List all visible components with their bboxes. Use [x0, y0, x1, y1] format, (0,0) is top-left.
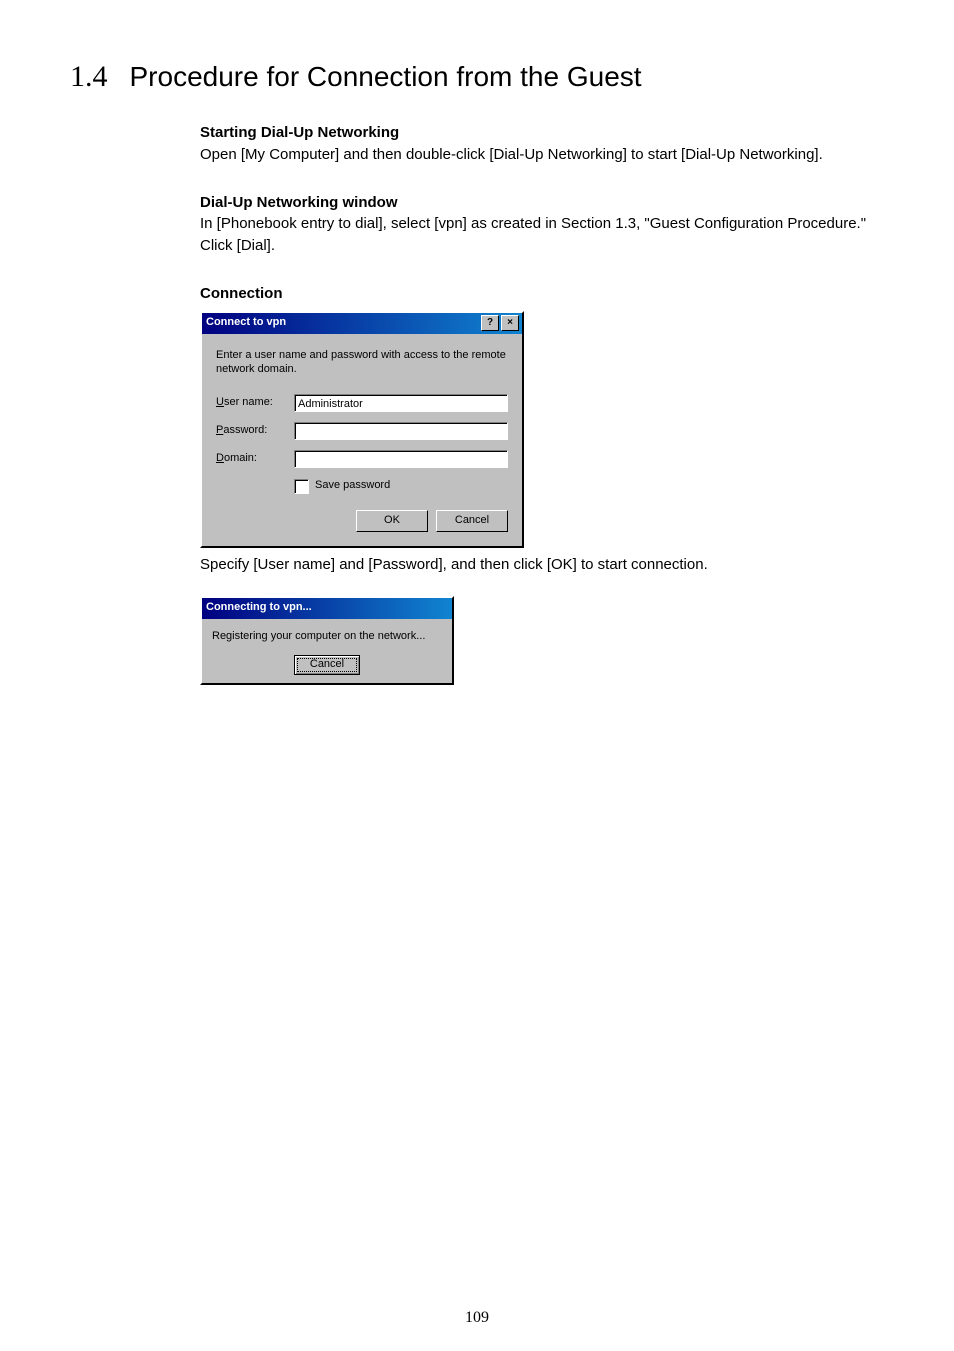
username-label: User name:: [216, 395, 294, 411]
save-password-label: Save password: [315, 478, 390, 494]
ok-button[interactable]: OK: [356, 510, 428, 532]
connecting-dialog: Connecting to vpn... Registering your co…: [200, 596, 454, 685]
password-label: Password:: [216, 423, 294, 439]
subhead-dun-window: Dial-Up Networking window: [200, 192, 880, 214]
dialog2-titlebar: Connecting to vpn...: [202, 598, 452, 619]
close-icon: ×: [507, 318, 513, 328]
cancel-button[interactable]: Cancel: [436, 510, 508, 532]
domain-label: Domain:: [216, 451, 294, 467]
dialog-instruction: Enter a user name and password with acce…: [216, 348, 508, 377]
para-dun-1: In [Phonebook entry to dial], select [vp…: [200, 213, 880, 235]
heading-number: 1.4: [70, 60, 108, 94]
domain-input[interactable]: [294, 450, 508, 468]
close-button[interactable]: ×: [501, 315, 519, 331]
connect-dialog: Connect to vpn ? × Enter a user name and…: [200, 311, 524, 549]
page-number: 109: [0, 1309, 954, 1327]
save-password-checkbox[interactable]: [294, 479, 309, 494]
subhead-starting: Starting Dial-Up Networking: [200, 122, 880, 144]
para-dun-2: Click [Dial].: [200, 235, 880, 257]
connecting-status: Registering your computer on the network…: [212, 629, 442, 645]
subhead-connection: Connection: [200, 283, 880, 305]
para-starting: Open [My Computer] and then double-click…: [200, 144, 880, 166]
section-heading: 1.4 Procedure for Connection from the Gu…: [70, 60, 884, 94]
cancel-button[interactable]: Cancel: [294, 655, 360, 675]
help-button[interactable]: ?: [481, 315, 499, 331]
para-after-dialog: Specify [User name] and [Password], and …: [200, 554, 880, 576]
question-icon: ?: [487, 318, 493, 328]
password-input[interactable]: [294, 422, 508, 440]
dialog-title: Connect to vpn: [206, 315, 481, 331]
dialog2-title: Connecting to vpn...: [206, 600, 449, 616]
dialog-titlebar: Connect to vpn ? ×: [202, 313, 522, 334]
heading-title: Procedure for Connection from the Guest: [130, 61, 642, 93]
username-input[interactable]: Administrator: [294, 394, 508, 412]
